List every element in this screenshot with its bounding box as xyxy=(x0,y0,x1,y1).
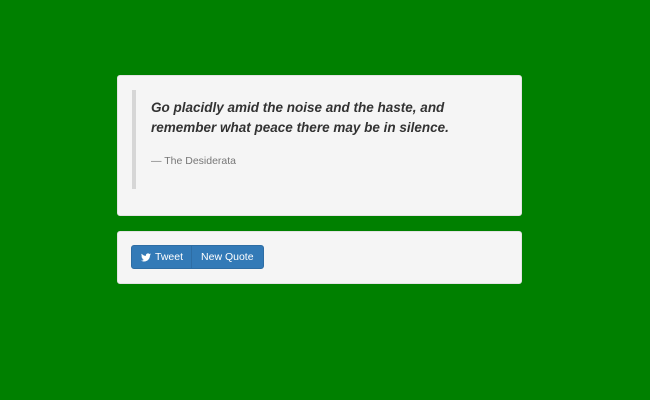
twitter-icon xyxy=(141,252,151,262)
new-quote-button-label: New Quote xyxy=(201,251,254,263)
quote-panel: Go placidly amid the noise and the haste… xyxy=(117,75,522,216)
quote-text: Go placidly amid the noise and the haste… xyxy=(151,100,449,135)
new-quote-button[interactable]: New Quote xyxy=(191,245,264,269)
actions-panel: Tweet New Quote xyxy=(117,231,522,284)
tweet-button-label: Tweet xyxy=(155,251,184,263)
tweet-button[interactable]: Tweet xyxy=(131,245,193,269)
quote-author: — The Desiderata xyxy=(151,155,237,167)
quote-block: Go placidly amid the noise and the haste… xyxy=(132,90,507,189)
action-button-group: Tweet New Quote xyxy=(131,245,264,269)
